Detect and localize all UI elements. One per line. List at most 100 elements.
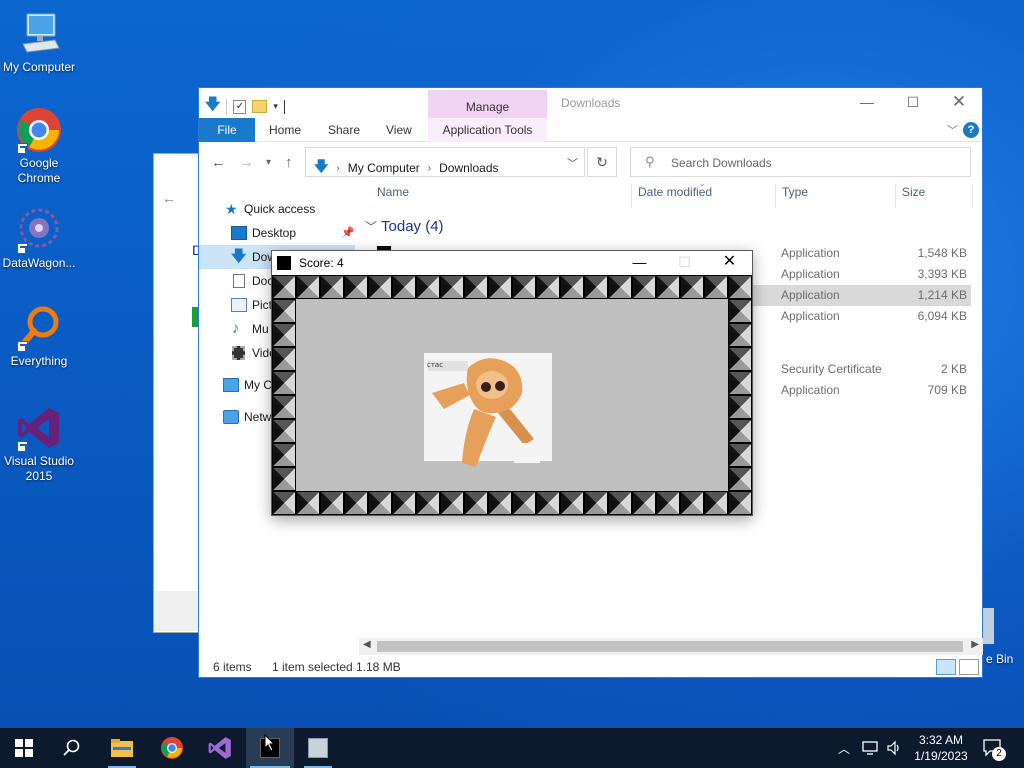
share-tab[interactable]: Share <box>328 123 360 137</box>
chrome-icon <box>15 106 63 154</box>
wall-block <box>440 491 464 515</box>
view-tab[interactable]: View <box>386 123 412 137</box>
scrollbar-thumb[interactable] <box>377 641 963 652</box>
up-button[interactable]: ↑ <box>285 154 293 171</box>
application-tools-tab[interactable]: Application Tools <box>428 118 547 142</box>
group-header-today[interactable]: ﹀ Today (4) <box>365 218 444 235</box>
desktop-icon-datawagon[interactable]: DataWagon... <box>0 206 78 271</box>
wall-block <box>488 491 512 515</box>
help-icon[interactable]: ? <box>963 122 979 138</box>
sidebar-item-label: My C <box>244 378 272 392</box>
maximize-button[interactable]: ☐ <box>890 88 936 118</box>
refresh-button[interactable]: ↻ <box>587 147 617 177</box>
minimize-button[interactable]: — <box>844 88 890 118</box>
wall-block <box>584 275 608 299</box>
taskbar-visual-studio[interactable] <box>196 728 244 768</box>
column-divider[interactable] <box>972 184 973 208</box>
file-size: 6,094 KB <box>917 309 967 323</box>
large-icons-view-button[interactable] <box>959 659 979 675</box>
taskbar-game-app[interactable] <box>246 728 294 768</box>
network-tray-icon[interactable] <box>862 728 880 768</box>
clock-date: 1/19/2023 <box>914 749 968 763</box>
column-divider[interactable] <box>775 184 776 208</box>
wall-block <box>632 275 656 299</box>
game-window[interactable]: Score: 4 — ☐ ✕ стас <box>271 250 753 516</box>
breadcrumb-downloads[interactable]: Downloads <box>439 161 498 175</box>
details-view-button[interactable] <box>936 659 956 675</box>
start-button[interactable] <box>0 728 48 768</box>
new-folder-icon[interactable] <box>252 100 268 113</box>
ribbon-expand-chevron-icon[interactable]: ﹀ <box>947 122 958 138</box>
system-clock[interactable]: 3:32 AM 1/19/2023 <box>906 732 976 764</box>
qat-dropdown-icon[interactable]: ▾ <box>273 101 278 112</box>
breadcrumb-my-computer[interactable]: My Computer <box>348 161 420 175</box>
show-hidden-icons-chevron-icon[interactable]: ︿ <box>838 728 850 768</box>
game-titlebar[interactable]: Score: 4 — ☐ ✕ <box>272 251 752 275</box>
scroll-left-arrow-icon[interactable]: ◀ <box>363 639 371 650</box>
close-button[interactable]: ✕ <box>707 251 752 275</box>
wall-block <box>608 491 632 515</box>
desktop-icon-chrome[interactable]: Google Chrome <box>0 106 78 186</box>
wall-block <box>728 443 752 467</box>
wall-block <box>608 275 632 299</box>
search-input[interactable]: ⚲ Search Downloads <box>630 147 971 177</box>
window-controls: — ☐ ✕ <box>844 88 982 118</box>
recent-locations-chevron-icon[interactable]: ▾ <box>266 157 271 168</box>
wall-block <box>272 347 296 371</box>
taskbar-file-explorer[interactable] <box>98 728 146 768</box>
network-icon <box>223 410 239 424</box>
action-center-button[interactable]: 2 <box>982 728 1006 768</box>
wall-block <box>392 275 416 299</box>
minimize-button[interactable]: — <box>617 251 662 275</box>
sidebar-item-label: Netw <box>244 410 272 424</box>
visual-studio-icon <box>15 404 63 452</box>
wall-block <box>704 275 728 299</box>
wall-block <box>536 275 560 299</box>
ribbon-tabs: File Home Share View Application Tools ﹀… <box>199 118 982 142</box>
column-divider[interactable] <box>895 184 896 208</box>
home-tab[interactable]: Home <box>269 123 301 137</box>
sidebar-item-quick-access[interactable]: ★ Quick access <box>199 197 359 221</box>
scroll-right-arrow-icon[interactable]: ▶ <box>971 639 979 650</box>
address-bar[interactable]: 🡇 › My Computer › Downloads ﹀ <box>305 147 585 177</box>
file-tab[interactable]: File <box>199 118 255 142</box>
wall-block <box>728 371 752 395</box>
taskbar-installer[interactable] <box>294 728 342 768</box>
back-button[interactable]: ← <box>211 154 226 171</box>
taskbar-chrome[interactable] <box>148 728 196 768</box>
desktop-icon-my-computer[interactable]: My Computer <box>0 10 78 75</box>
wall-block <box>368 275 392 299</box>
forward-button[interactable]: → <box>239 154 254 171</box>
checkmark-icon[interactable]: ✓ <box>233 99 247 114</box>
pin-icon[interactable]: 📌 <box>341 221 355 245</box>
sidebar-item-desktop[interactable]: Desktop 📌 <box>199 221 359 245</box>
column-header-size[interactable]: Size <box>902 185 925 199</box>
game-arena[interactable]: стас <box>272 275 752 515</box>
close-button[interactable]: ✕ <box>936 88 982 118</box>
desktop-icon-visual-studio[interactable]: Visual Studio 2015 <box>0 404 78 484</box>
wall-block <box>272 371 296 395</box>
volume-tray-icon[interactable] <box>886 728 902 768</box>
wall-block <box>728 467 752 491</box>
wall-block <box>272 443 296 467</box>
explorer-titlebar[interactable]: 🡇 ✓ ▾ Manage Downloads — ☐ ✕ <box>199 88 982 118</box>
back-arrow-icon: ← <box>162 190 176 206</box>
address-dropdown-chevron-icon[interactable]: ﹀ <box>567 155 578 171</box>
properties-down-arrow-icon[interactable]: 🡇 <box>205 94 220 119</box>
horizontal-scrollbar[interactable]: ◀ ▶ <box>359 638 983 655</box>
manage-tab-label: Manage <box>465 100 510 114</box>
wall-block <box>320 491 344 515</box>
taskbar-search-button[interactable] <box>48 728 96 768</box>
manage-tab[interactable]: Manage <box>428 90 547 118</box>
chrome-icon <box>161 737 183 759</box>
column-header-type[interactable]: Type <box>782 185 808 199</box>
selection-size: 1.18 MB <box>356 660 401 674</box>
status-bar: 6 items 1 item selected 1.18 MB <box>199 656 982 678</box>
column-header-name[interactable]: Name <box>377 185 409 199</box>
search-placeholder: Search Downloads <box>671 156 772 170</box>
desktop-icon-everything[interactable]: Everything <box>0 304 78 369</box>
wall-block <box>512 275 536 299</box>
column-divider[interactable] <box>631 184 632 208</box>
file-size: 709 KB <box>927 383 967 397</box>
clock-time: 3:32 AM <box>918 733 964 747</box>
